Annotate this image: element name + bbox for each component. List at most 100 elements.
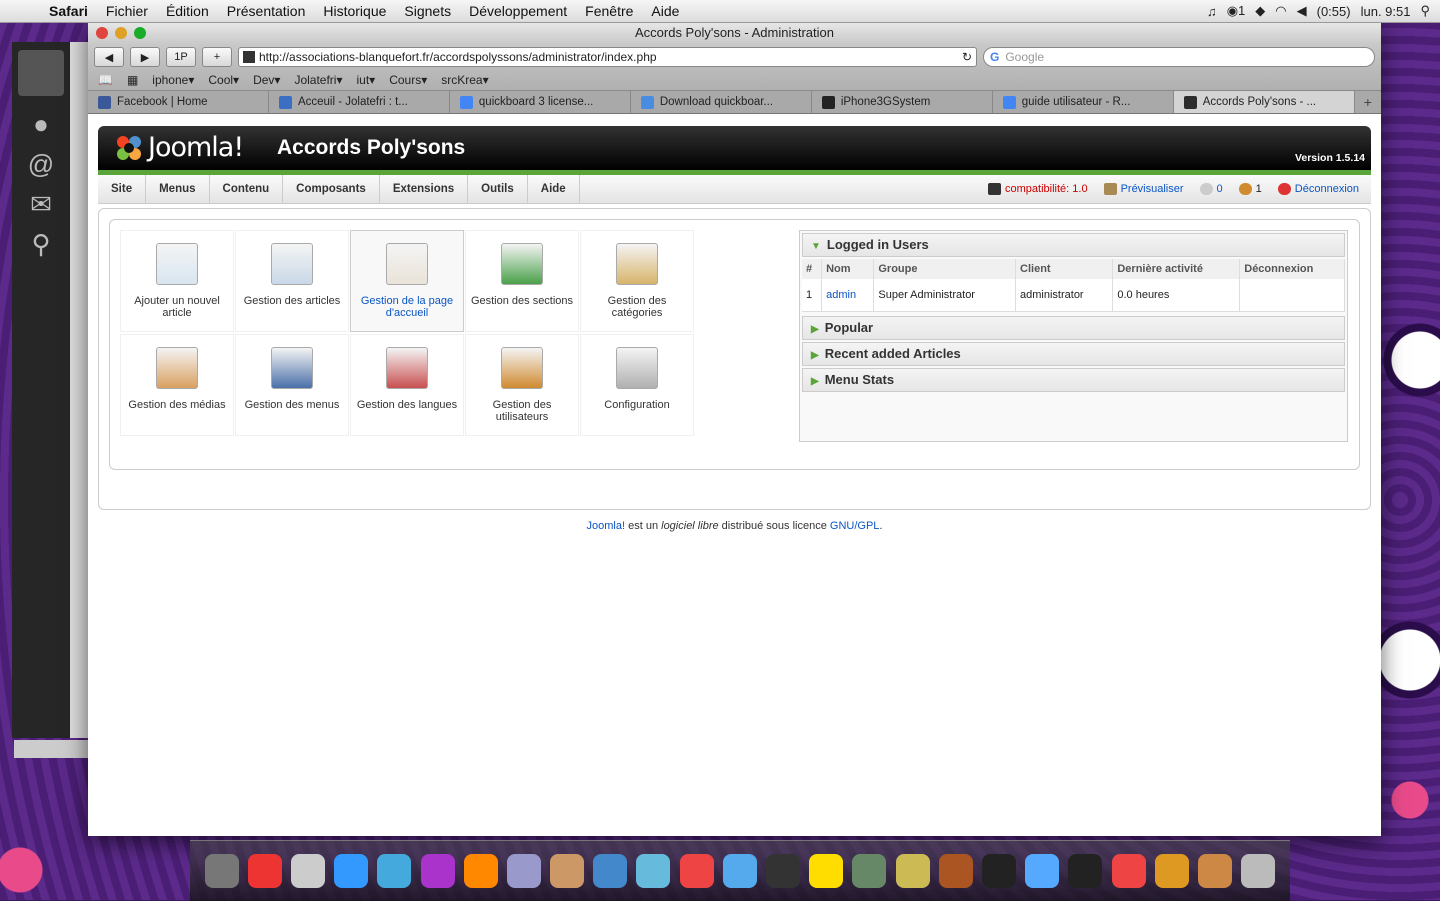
logged-users-header[interactable]: ▼ Logged in Users [802, 233, 1345, 257]
quick-icon-languages[interactable]: Gestion des langues [350, 334, 464, 436]
dock-app-icon[interactable] [766, 854, 801, 888]
chat-bubble-icon[interactable]: ● [12, 104, 70, 144]
dropbox-icon[interactable]: ◆ [1255, 3, 1265, 19]
quick-icon-menus[interactable]: Gestion des menus [235, 334, 349, 436]
dock-app-icon[interactable] [420, 854, 455, 888]
search-field[interactable]: G Google [983, 47, 1375, 67]
top-sites-icon[interactable]: ▦ [127, 73, 138, 87]
menu-menus[interactable]: Menus [146, 175, 210, 203]
back-button[interactable]: ◀ [94, 47, 124, 67]
menu-site[interactable]: Site [98, 175, 147, 203]
dock-app-icon[interactable] [593, 854, 628, 888]
mail-icon[interactable]: ✉ [12, 184, 70, 224]
joomla-link[interactable]: Joomla! [587, 520, 626, 532]
dock-app-icon[interactable] [679, 854, 714, 888]
menu-edition[interactable]: Édition [157, 3, 218, 19]
tab-0[interactable]: Facebook | Home [88, 91, 269, 113]
clock[interactable]: lun. 9:51 [1361, 4, 1411, 19]
quick-icon-categories[interactable]: Gestion des catégories [580, 230, 694, 332]
tab-5[interactable]: guide utilisateur - R... [993, 91, 1174, 113]
dock-app-icon[interactable] [852, 854, 887, 888]
quick-icon-articles[interactable]: Gestion des articles [235, 230, 349, 332]
onepassword-button[interactable]: 1P [166, 47, 196, 67]
search-icon[interactable]: ⚲ [12, 224, 70, 264]
dock-app-icon[interactable] [938, 854, 973, 888]
menu-aide[interactable]: Aide [528, 175, 580, 203]
music-icon[interactable]: ♫ [1207, 4, 1217, 19]
at-sign-icon[interactable]: @ [12, 144, 70, 184]
address-bar[interactable]: http://associations-blanquefort.fr/accor… [238, 47, 977, 67]
menu-fichier[interactable]: Fichier [97, 3, 157, 19]
reading-list-icon[interactable]: 📖 [98, 73, 113, 87]
license-link[interactable]: GNU/GPL [830, 520, 880, 532]
dock-app-icon[interactable] [1241, 854, 1276, 888]
dock-app-icon[interactable] [1111, 854, 1146, 888]
quick-icon-media[interactable]: Gestion des médias [120, 334, 234, 436]
reload-icon[interactable]: ↻ [962, 50, 972, 64]
avatar[interactable] [18, 50, 64, 96]
menu-outils[interactable]: Outils [468, 175, 528, 203]
menu-app[interactable]: Safari [40, 3, 97, 19]
new-tab-button[interactable]: + [1355, 91, 1381, 113]
menu-presentation[interactable]: Présentation [218, 3, 315, 19]
dock-app-icon[interactable] [895, 854, 930, 888]
dock-app-icon[interactable] [550, 854, 585, 888]
tab-4[interactable]: iPhone3GSystem [812, 91, 993, 113]
tab-2[interactable]: quickboard 3 license... [450, 91, 631, 113]
dock-app-icon[interactable] [377, 854, 412, 888]
add-bookmark-button[interactable]: + [202, 47, 232, 67]
menu-historique[interactable]: Historique [314, 3, 395, 19]
quick-icon-config[interactable]: Configuration [580, 334, 694, 436]
menu-extensions[interactable]: Extensions [380, 175, 469, 203]
tab-1[interactable]: Acceuil - Jolatefri : t... [269, 91, 450, 113]
preview-link[interactable]: Prévisualiser [1103, 183, 1184, 196]
dock-app-icon[interactable] [334, 854, 369, 888]
popular-header[interactable]: ▶ Popular [802, 316, 1345, 340]
bookmark-dev[interactable]: Dev▾ [253, 73, 280, 87]
dock-app-icon[interactable] [722, 854, 757, 888]
dock-app-icon[interactable] [1197, 854, 1232, 888]
zoom-button[interactable] [134, 27, 146, 39]
menu-fenetre[interactable]: Fenêtre [576, 3, 642, 19]
bookmark-srckrea[interactable]: srcKrea▾ [441, 73, 488, 87]
dock-app-icon[interactable] [981, 854, 1016, 888]
bookmark-cool[interactable]: Cool▾ [208, 73, 239, 87]
dock-app-icon[interactable] [506, 854, 541, 888]
menu-contenu[interactable]: Contenu [210, 175, 284, 203]
quick-icon-sections[interactable]: Gestion des sections [465, 230, 579, 332]
wifi-icon[interactable]: ◠ [1275, 3, 1286, 19]
menu-signets[interactable]: Signets [395, 3, 460, 19]
menu-stats-header[interactable]: ▶ Menu Stats [802, 368, 1345, 392]
volume-icon[interactable]: ◀ [1297, 3, 1307, 19]
dock-app-icon[interactable] [636, 854, 671, 888]
close-button[interactable] [96, 27, 108, 39]
quick-icon-frontpage[interactable]: Gestion de la page d'accueil [350, 230, 464, 332]
menu-composants[interactable]: Composants [283, 175, 380, 203]
quick-icon-add-article[interactable]: Ajouter un nouvel article [120, 230, 234, 332]
dock-app-icon[interactable] [204, 854, 239, 888]
bookmark-jolatefri[interactable]: Jolatefri▾ [294, 73, 342, 87]
dock-app-icon[interactable] [809, 854, 844, 888]
tab-3[interactable]: Download quickboar... [631, 91, 812, 113]
cell-user-link[interactable]: admin [821, 279, 875, 312]
bookmark-iut[interactable]: iut▾ [356, 73, 375, 87]
spotlight-icon[interactable]: ⚲ [1420, 3, 1430, 19]
dock-app-icon[interactable] [463, 854, 498, 888]
dock-app-icon[interactable] [290, 854, 325, 888]
notification-icon[interactable]: ◉1 [1227, 3, 1246, 19]
dock-app-icon[interactable] [1154, 854, 1189, 888]
dock-app-icon[interactable] [1025, 854, 1060, 888]
messages-link[interactable]: 0 [1199, 183, 1223, 196]
bookmark-iphone[interactable]: iphone▾ [152, 73, 194, 87]
quick-icon-users[interactable]: Gestion des utilisateurs [465, 334, 579, 436]
dock-app-icon[interactable] [1068, 854, 1103, 888]
menu-developpement[interactable]: Développement [460, 3, 576, 19]
dock-app-icon[interactable] [247, 854, 282, 888]
bookmark-cours[interactable]: Cours▾ [389, 73, 427, 87]
battery-indicator[interactable]: (0:55) [1317, 4, 1351, 19]
recent-articles-header[interactable]: ▶ Recent added Articles [802, 342, 1345, 366]
joomla-logo[interactable]: Joomla! [114, 132, 244, 163]
forward-button[interactable]: ▶ [130, 47, 160, 67]
logout-link[interactable]: Déconnexion [1277, 183, 1359, 196]
tab-6[interactable]: Accords Poly'sons - ... [1173, 91, 1355, 113]
